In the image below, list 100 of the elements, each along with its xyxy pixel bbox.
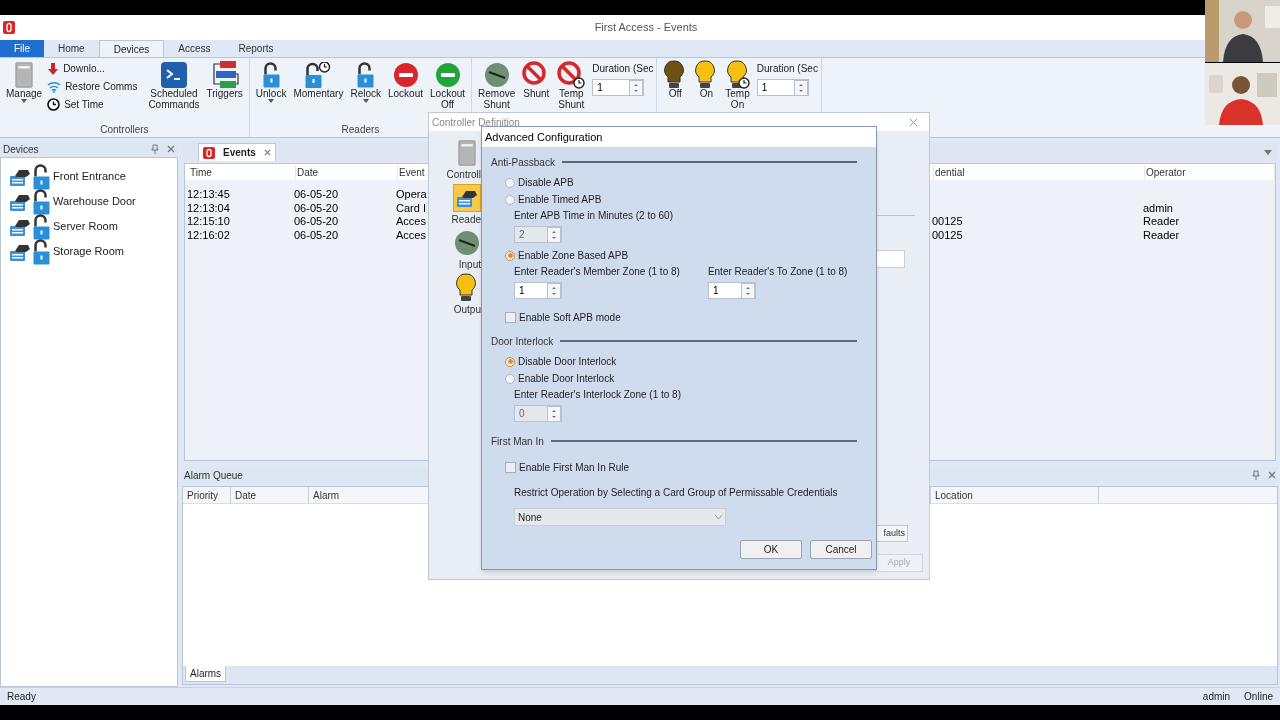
- switch-icon: [454, 230, 480, 256]
- radio-option[interactable]: Enable Timed APB: [505, 191, 857, 208]
- ribbon-button[interactable]: Off: [661, 61, 690, 99]
- light-bulb-icon: [455, 273, 479, 303]
- close-icon[interactable]: [167, 145, 175, 153]
- pin-icon[interactable]: [1252, 470, 1260, 480]
- ribbon-button[interactable]: Scheduled Commands: [146, 61, 202, 110]
- table-cell: 12:13:04: [187, 201, 230, 214]
- column-header[interactable]: Date: [231, 487, 309, 504]
- sidebar-item[interactable]: Input: [430, 229, 481, 272]
- dropdown-arrow-icon[interactable]: [1264, 150, 1272, 155]
- ribbon-small-button[interactable]: Restore Comms: [47, 79, 138, 94]
- spin-arrows-icon[interactable]: [629, 79, 644, 96]
- device-item[interactable]: Storage Room: [53, 243, 124, 260]
- panel-tab[interactable]: Alarms: [185, 666, 227, 682]
- app-logo-icon: [203, 146, 215, 159]
- ribbon-small-button[interactable]: Downlo...: [47, 61, 138, 76]
- padlock-icon: [33, 163, 50, 190]
- hand-card-icon: [456, 188, 478, 208]
- spin-arrows-icon[interactable]: [793, 79, 808, 96]
- field-label: Duration (Sec: [592, 62, 653, 76]
- table-cell: 00125: [932, 228, 963, 241]
- device-item[interactable]: Warehouse Door: [53, 193, 136, 210]
- column-header[interactable]: Priority: [183, 487, 231, 504]
- ribbon-tab[interactable]: Home: [44, 40, 99, 57]
- ribbon-small-button[interactable]: Set Time: [47, 97, 138, 112]
- radio-option[interactable]: Disable APB: [505, 174, 857, 191]
- checkbox-option[interactable]: Enable Soft APB mode: [505, 309, 857, 326]
- table-cell: Acces: [396, 228, 426, 241]
- spinner-field[interactable]: 1: [707, 282, 756, 299]
- column-header[interactable]: Time: [189, 164, 296, 180]
- ribbon-button[interactable]: Shunt: [520, 61, 553, 99]
- close-icon[interactable]: [909, 117, 918, 127]
- pin-icon[interactable]: [151, 144, 159, 154]
- ribbon-button[interactable]: Triggers: [204, 61, 245, 99]
- radio-circle[interactable]: [505, 356, 515, 367]
- checkbox[interactable]: [505, 312, 516, 323]
- sidebar-item[interactable]: Controll: [430, 139, 481, 182]
- spinner-field[interactable]: 1: [592, 79, 645, 96]
- ribbon-button[interactable]: Temp On: [723, 61, 752, 110]
- field-label: Enter Reader's Member Zone (1 to 8): [514, 265, 680, 279]
- ribbon-button[interactable]: Unlock: [253, 61, 289, 103]
- column-header[interactable]: Location: [931, 487, 1099, 504]
- spinner-field[interactable]: 1: [514, 282, 562, 299]
- column-header[interactable]: Operator: [1145, 164, 1275, 180]
- ribbon-button[interactable]: Lockout Off: [428, 61, 468, 110]
- checkbox-option[interactable]: Enable First Man In Rule: [505, 459, 857, 476]
- sidebar-item[interactable]: Outpu: [430, 274, 481, 317]
- padlock-icon: [33, 188, 50, 215]
- caret-icon: [362, 99, 369, 103]
- dialog-title: Advanced Configuration: [485, 129, 603, 145]
- spin-arrows-icon[interactable]: [740, 282, 755, 299]
- section-title: Door Interlock: [491, 334, 554, 349]
- ribbon-button[interactable]: Relock: [348, 61, 383, 103]
- dialog-button[interactable]: faults: [875, 525, 908, 542]
- checkbox[interactable]: [505, 462, 516, 473]
- terminal-icon: [159, 60, 188, 89]
- device-item[interactable]: Server Room: [53, 218, 118, 235]
- switch-icon: [483, 61, 510, 88]
- ribbon-button[interactable]: Momentary: [291, 61, 346, 99]
- server-icon: [15, 61, 34, 88]
- radio-circle[interactable]: [505, 250, 515, 261]
- spin-arrows-icon[interactable]: [547, 282, 561, 299]
- ribbon-tab[interactable]: File: [0, 40, 44, 57]
- field-label: Duration (Sec: [756, 62, 817, 76]
- clock-icon: [47, 98, 61, 111]
- dialog-button[interactable]: OK: [740, 540, 802, 559]
- ribbon-button[interactable]: On: [692, 61, 721, 99]
- radio-option[interactable]: Enable Zone Based APB: [505, 247, 857, 264]
- table-cell: 06-05-20: [294, 215, 339, 228]
- padlock-icon: [33, 238, 50, 265]
- status-text: Ready: [7, 690, 36, 704]
- text-field[interactable]: [875, 250, 905, 268]
- ribbon-tab[interactable]: Reports: [224, 40, 288, 57]
- ribbon-button[interactable]: Temp Shunt: [555, 61, 588, 110]
- document-tab[interactable]: Events: [198, 143, 276, 161]
- radio-option[interactable]: Disable Door Interlock: [505, 353, 857, 370]
- sidebar-item[interactable]: Reade: [430, 184, 481, 227]
- padlock-clock-icon: [305, 61, 332, 88]
- field-label: Enter Reader's To Zone (1 to 8): [707, 265, 848, 279]
- no-entry-icon: [392, 61, 419, 88]
- ribbon-tab[interactable]: Devices: [98, 40, 165, 57]
- ribbon-tab[interactable]: Access: [164, 40, 225, 57]
- ribbon-button[interactable]: Remove Shunt: [476, 61, 518, 110]
- dialog-button[interactable]: Cancel: [810, 540, 872, 559]
- ribbon-button[interactable]: Manage: [4, 61, 45, 103]
- spinner-field[interactable]: 1: [756, 79, 809, 96]
- ribbon-button[interactable]: Lockout: [386, 61, 426, 99]
- radio-option[interactable]: Enable Door Interlock: [505, 370, 857, 387]
- padlock-icon: [33, 213, 50, 240]
- close-icon[interactable]: [263, 149, 271, 156]
- instruction-text: Restrict Operation by Selecting a Card Group of Permissable Credentials: [513, 486, 839, 500]
- table-cell: Reader: [1143, 215, 1180, 228]
- device-item[interactable]: Front Entrance: [53, 168, 126, 185]
- column-header[interactable]: dential: [934, 164, 1145, 180]
- table-cell: Opera: [396, 188, 427, 201]
- column-header[interactable]: Date: [296, 164, 398, 180]
- close-icon[interactable]: [1268, 471, 1276, 479]
- field-label: Enter APB Time in Minutes (2 to 60): [514, 209, 673, 223]
- table-cell: admin: [1143, 201, 1173, 214]
